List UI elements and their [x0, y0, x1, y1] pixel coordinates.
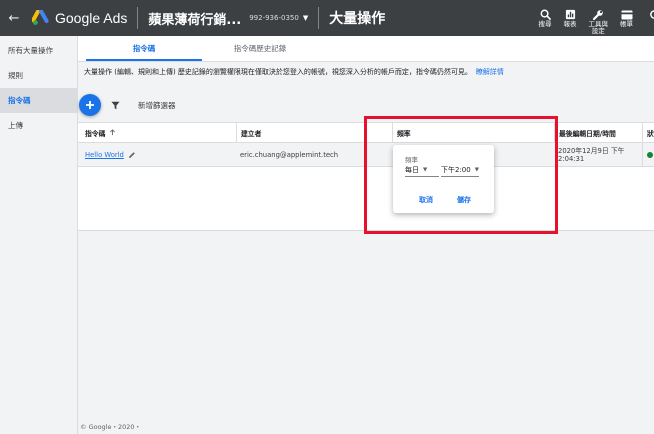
notice-banner: 大量操作 (編輯、規則和上傳) 歷史記錄的瀏覽權限現在僅取決於您登入的帳號，視您…	[78, 67, 654, 77]
google-ads-logo-icon	[32, 10, 49, 25]
divider	[318, 7, 320, 29]
frequency-period-select[interactable]: 每日 ▼	[405, 163, 439, 177]
arrow-up-icon	[110, 129, 116, 136]
frequency-time-value: 下午2:00	[441, 165, 471, 174]
column-header-status[interactable]: 狀	[642, 123, 654, 142]
script-name-link[interactable]: Hello World	[85, 151, 124, 159]
tools-settings-label: 工具與 設定	[588, 20, 609, 35]
reports-button[interactable]: 報表	[564, 0, 577, 28]
last-edit-time: 2:04:31	[558, 154, 585, 163]
tab-bar: 指令碼 指令碼歷史記錄	[78, 36, 654, 62]
notice-text: 大量操作 (編輯、規則和上傳) 歷史記錄的瀏覽權限現在僅取決於您登入的帳號，視您…	[84, 68, 472, 76]
tab-scripts[interactable]: 指令碼	[86, 36, 202, 61]
caret-down-icon: ▼	[474, 166, 479, 173]
frequency-popover: 頻率 每日 ▼ 下午2:00 ▼ 取消 儲存	[393, 145, 494, 213]
divider	[137, 7, 139, 29]
billing-button[interactable]: 帳單	[620, 0, 633, 28]
last-edit-cell: 2020年12月9日 下午 2:04:31	[554, 143, 642, 166]
footer-copyright: © Google・2020・	[80, 423, 142, 431]
google-ads-logo[interactable]: Google Ads	[32, 10, 127, 26]
frequency-period-value: 每日	[405, 165, 419, 174]
frequency-time-select[interactable]: 下午2:00 ▼	[441, 163, 479, 177]
filter-icon	[111, 101, 120, 109]
header-actions: 搜尋 報表 工具與 設定 帳單	[527, 0, 654, 36]
sidebar-item-rules[interactable]: 規則	[0, 63, 77, 88]
account-name: 蘋果薄荷行銷...	[148, 12, 242, 28]
top-app-bar: ← Google Ads 蘋果薄荷行銷... 992-936-0350 ▼ 大量…	[0, 0, 654, 36]
main-content: 指令碼 指令碼歷史記錄 大量操作 (編輯、規則和上傳) 歷史記錄的瀏覽權限現在僅…	[78, 36, 654, 434]
status-dot	[647, 151, 653, 158]
save-button[interactable]: 儲存	[457, 195, 471, 205]
search-label: 搜尋	[538, 20, 552, 28]
caret-down-icon: ▼	[423, 166, 428, 173]
status-cell	[642, 143, 654, 166]
brand-name: Google Ads	[55, 10, 128, 26]
billing-label: 帳單	[620, 20, 633, 28]
search-icon	[649, 8, 654, 21]
last-edit-date: 2020年12月9日 下午	[558, 146, 625, 155]
pencil-icon[interactable]	[128, 151, 136, 159]
tools-settings-button[interactable]: 工具與 設定	[588, 0, 609, 35]
caret-down-icon: ▼	[302, 14, 309, 22]
table-toolbar: 新增篩選器	[78, 92, 654, 118]
sidebar-item-uploads[interactable]: 上傳	[0, 113, 77, 138]
account-id: 992-936-0350	[249, 14, 299, 22]
column-header-last-edit[interactable]: 最後編輯日期/時間	[554, 123, 642, 142]
script-name-cell: Hello World	[78, 143, 236, 166]
add-script-button[interactable]	[79, 94, 101, 116]
search-button[interactable]: 搜尋	[539, 0, 552, 28]
add-filter-button[interactable]: 新增篩選器	[138, 100, 176, 111]
sidebar: 所有大量操作 規則 指令碼 上傳	[0, 36, 78, 434]
plus-icon	[86, 101, 94, 109]
column-header-label: 指令碼	[85, 129, 106, 138]
arrow-left-icon[interactable]: ←	[2, 11, 26, 26]
learn-more-link[interactable]: 瞭解詳情	[476, 68, 504, 76]
filter-button[interactable]	[111, 101, 120, 110]
sidebar-item-scripts[interactable]: 指令碼	[0, 88, 77, 113]
column-header-script[interactable]: 指令碼	[78, 123, 236, 142]
page-title: 大量操作	[329, 11, 386, 27]
sidebar-item-all-bulk-actions[interactable]: 所有大量操作	[0, 38, 77, 63]
tab-script-history[interactable]: 指令碼歷史記錄	[202, 36, 318, 61]
account-selector[interactable]: 蘋果薄荷行銷... 992-936-0350 ▼	[148, 9, 308, 28]
reports-label: 報表	[563, 20, 577, 28]
cancel-button[interactable]: 取消	[419, 195, 433, 205]
search-help-button[interactable]	[649, 0, 654, 21]
